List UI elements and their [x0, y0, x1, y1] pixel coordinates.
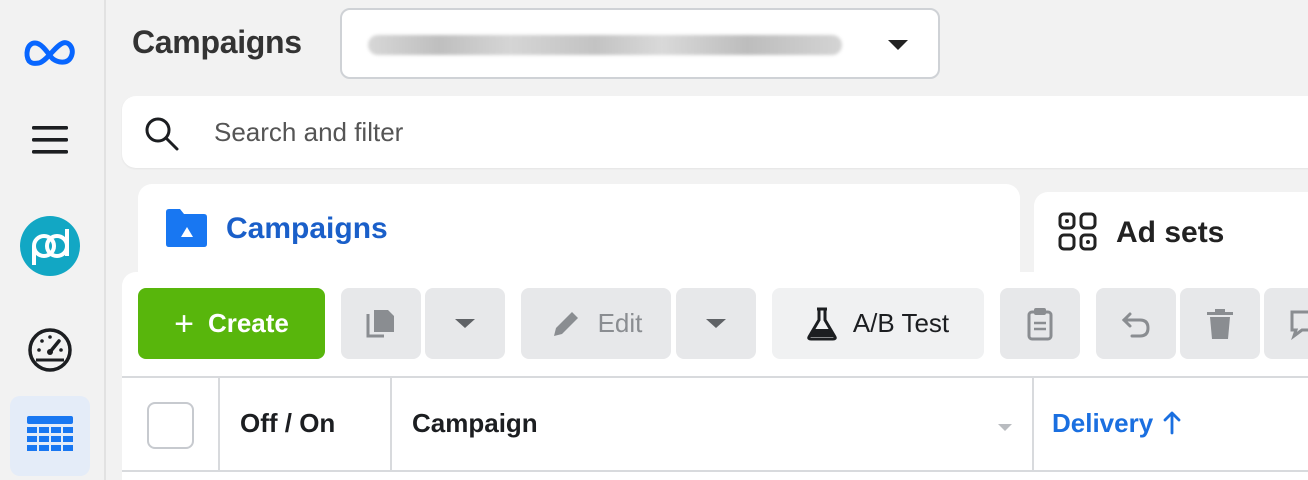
meta-logo-icon[interactable]	[10, 12, 90, 92]
edit-button-label: Edit	[597, 308, 643, 338]
column-header-delivery-label: Delivery	[1052, 408, 1154, 438]
search-input[interactable]	[214, 114, 814, 150]
undo-button[interactable]	[1096, 288, 1176, 359]
chevron-down-icon[interactable]	[998, 424, 1012, 431]
sort-arrow-up-icon	[1164, 411, 1181, 435]
campaigns-panel: + Create Edit A/B Test Off / On Campaign…	[122, 272, 1308, 480]
comment-icon	[1290, 310, 1308, 340]
search-bar[interactable]	[122, 96, 1308, 168]
column-header-campaign[interactable]: Campaign	[412, 408, 538, 439]
create-button[interactable]: + Create	[138, 288, 325, 359]
account-selector[interactable]	[340, 8, 940, 79]
ab-test-button-label: A/B Test	[852, 308, 950, 338]
more-actions-button[interactable]	[1264, 288, 1308, 359]
undo-icon	[1121, 312, 1150, 337]
create-button-label: Create	[207, 308, 289, 338]
column-header-off-on[interactable]: Off / On	[240, 408, 335, 439]
delete-button[interactable]	[1180, 288, 1260, 359]
left-rail	[0, 0, 106, 480]
chevron-down-icon	[706, 319, 726, 328]
ads-manager-table-icon[interactable]	[10, 396, 90, 476]
column-divider	[390, 378, 392, 470]
edit-dropdown-button[interactable]	[676, 288, 756, 359]
menu-icon[interactable]	[10, 100, 90, 180]
dashboard-gauge-icon[interactable]	[10, 310, 90, 390]
search-icon	[144, 116, 180, 157]
duplicate-dropdown-button[interactable]	[425, 288, 505, 359]
chevron-down-icon	[888, 40, 908, 50]
duplicate-icon	[366, 309, 394, 337]
plus-icon: +	[174, 304, 194, 343]
tab-campaigns-label: Campaigns	[226, 212, 388, 245]
column-divider	[1032, 378, 1034, 470]
grid-icon	[1058, 212, 1098, 257]
duplicate-button[interactable]	[341, 288, 421, 359]
flask-icon	[807, 307, 837, 340]
table-header: Off / On Campaign Delivery	[122, 376, 1308, 472]
folder-icon	[164, 208, 208, 253]
column-divider	[218, 378, 220, 470]
tab-ad-sets[interactable]: Ad sets	[1034, 192, 1308, 272]
account-name-redacted	[368, 35, 842, 55]
chevron-down-icon	[455, 319, 475, 328]
account-avatar[interactable]	[10, 206, 90, 286]
pencil-icon	[553, 311, 578, 336]
select-all-checkbox[interactable]	[147, 402, 194, 449]
clipboard-button[interactable]	[1000, 288, 1080, 359]
edit-button[interactable]: Edit	[521, 288, 671, 359]
trash-icon	[1207, 308, 1233, 339]
tab-ad-sets-label: Ad sets	[1116, 216, 1225, 249]
page-title: Campaigns	[132, 24, 302, 60]
ab-test-button[interactable]: A/B Test	[772, 288, 984, 359]
column-header-delivery[interactable]: Delivery	[1052, 408, 1182, 439]
clipboard-icon	[1027, 307, 1053, 340]
